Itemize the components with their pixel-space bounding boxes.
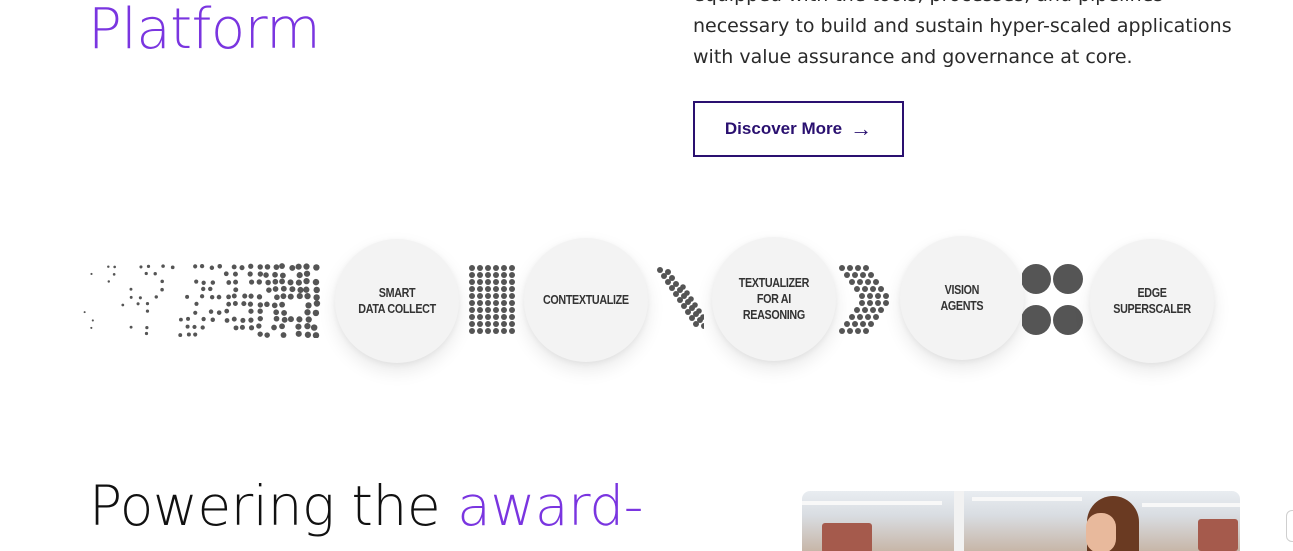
- stage-smart-data-collect: SMART DATA COLLECT: [335, 239, 459, 363]
- stage-edge-superscaler: EDGE SUPERSCALER: [1090, 239, 1214, 363]
- arrow-right-icon: →: [850, 116, 873, 141]
- diagonal-dots-graphic: [657, 267, 704, 329]
- stage-vision-agents: VISION AGENTS: [900, 236, 1024, 360]
- stage-contextualize: CONTEXTUALIZE: [524, 238, 648, 362]
- scroll-handle[interactable]: [1286, 510, 1293, 542]
- stage-label: VISION AGENTS: [940, 283, 984, 313]
- dot-grid-graphic: [469, 265, 515, 334]
- scattered-dots-graphic: [83, 263, 321, 338]
- chevron-dots-graphic: [839, 265, 889, 334]
- stage-label: SMART DATA COLLECT: [358, 286, 436, 316]
- store-photo: [802, 491, 1240, 551]
- discover-more-label: Discover More: [724, 119, 843, 138]
- large-dots-graphic: [1022, 264, 1083, 335]
- discover-more-button[interactable]: Discover More →: [693, 101, 904, 157]
- hero-title: Platform: [88, 0, 321, 62]
- stage-textualizer: TEXTUALIZER FOR AI REASONING: [712, 237, 836, 361]
- section-title-accent: award-: [457, 474, 643, 538]
- pipeline-diagram: SMART DATA COLLECT CONTEXTUALIZE TEXTUAL…: [0, 0, 1293, 546]
- section-title-main: Powering the: [89, 474, 458, 538]
- stage-label: TEXTUALIZER FOR AI REASONING: [738, 276, 810, 322]
- stage-label: EDGE SUPERSCALER: [1113, 286, 1191, 316]
- section-title: Powering the award-: [89, 470, 643, 542]
- hero-description: equipped with the tools, processes, and …: [693, 0, 1232, 68]
- stage-label: CONTEXTUALIZE: [543, 293, 629, 307]
